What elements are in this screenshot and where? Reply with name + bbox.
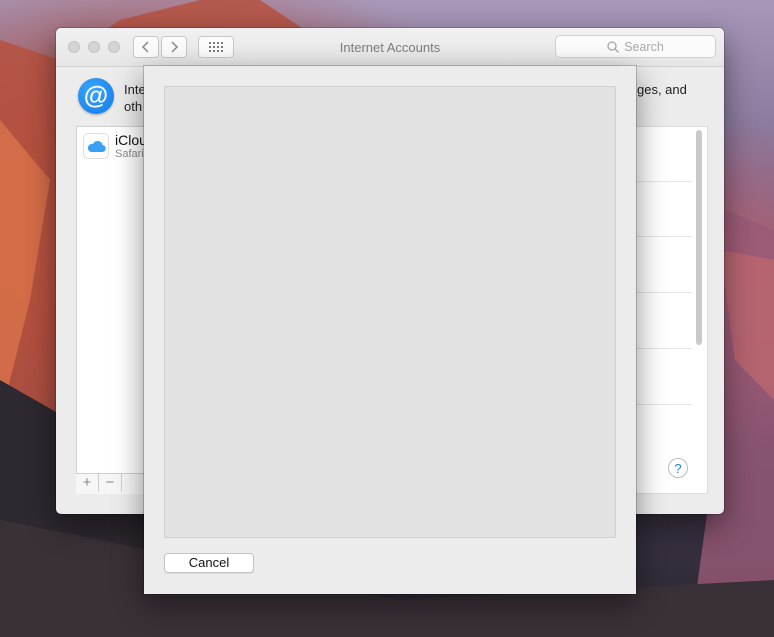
sheet-content-area bbox=[164, 86, 616, 538]
description-line1-left: Inte bbox=[124, 82, 146, 97]
description-line2-left: oth bbox=[124, 99, 143, 114]
icloud-icon bbox=[83, 133, 109, 159]
cancel-button[interactable]: Cancel bbox=[164, 553, 254, 573]
at-icon: @ bbox=[78, 78, 114, 114]
description-line1-right: ges, and bbox=[637, 82, 687, 97]
search-placeholder: Search bbox=[624, 39, 664, 54]
row-divider bbox=[632, 236, 692, 237]
remove-account-button[interactable]: − bbox=[99, 474, 122, 492]
list-item[interactable]: iClou Safari bbox=[83, 133, 147, 160]
add-account-button[interactable]: + bbox=[76, 474, 99, 492]
scrollbar-thumb[interactable] bbox=[696, 130, 702, 345]
list-controls: + − bbox=[76, 473, 148, 494]
account-detail-pane bbox=[631, 126, 708, 494]
row-divider bbox=[632, 292, 692, 293]
add-account-sheet: Cancel bbox=[144, 66, 636, 594]
help-button[interactable]: ? bbox=[668, 458, 688, 478]
row-divider bbox=[632, 181, 692, 182]
accounts-list[interactable]: iClou Safari bbox=[76, 126, 150, 494]
account-name: iClou bbox=[115, 132, 147, 148]
row-divider bbox=[632, 348, 692, 349]
title-bar: Internet Accounts Search bbox=[56, 28, 724, 67]
row-divider bbox=[632, 404, 692, 405]
search-field[interactable]: Search bbox=[555, 35, 716, 58]
search-icon bbox=[607, 40, 620, 53]
account-subtitle: Safari bbox=[115, 148, 144, 160]
